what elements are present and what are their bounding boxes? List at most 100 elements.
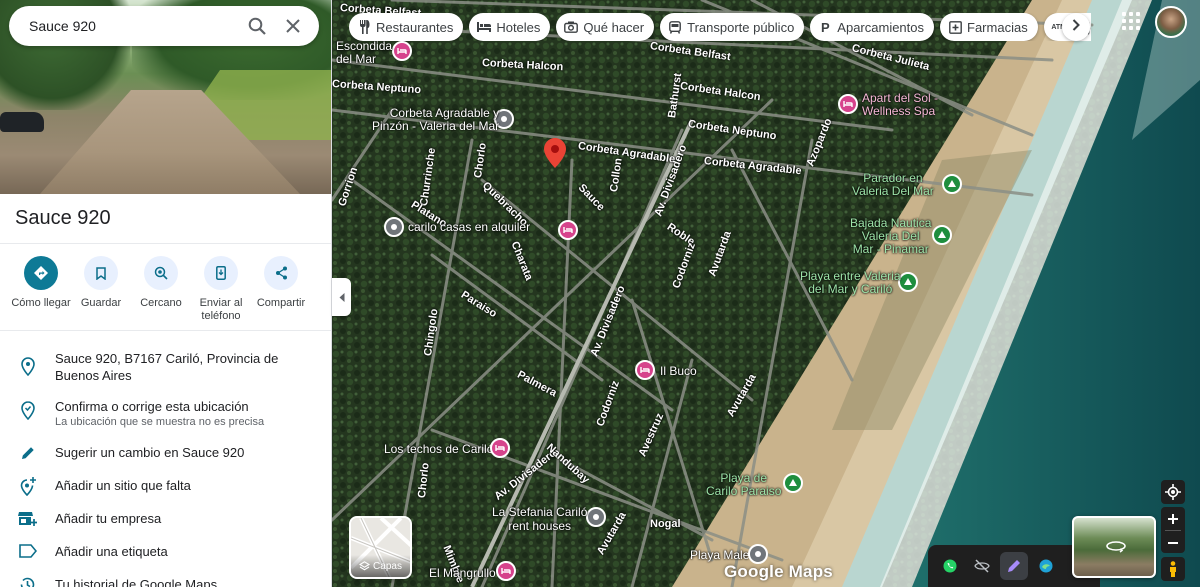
place-marker[interactable]	[748, 544, 768, 564]
selected-place-marker[interactable]	[544, 138, 566, 168]
suggest-edit-row[interactable]: Sugerir un cambio en Sauce 920	[0, 444, 331, 461]
hotel-marker[interactable]	[490, 438, 510, 458]
suggest-edit-text: Sugerir un cambio en Sauce 920	[55, 445, 245, 460]
chip-things-to-do[interactable]: Qué hacer	[556, 13, 655, 41]
poi-label[interactable]: Playa Male	[690, 548, 749, 562]
hide-labels-button[interactable]	[968, 552, 996, 580]
search-box	[9, 6, 319, 46]
add-place-row[interactable]: Añadir un sitio que falta	[0, 477, 331, 496]
poi-label[interactable]: Playa de Carilo Paraiso	[706, 472, 781, 498]
zoom-in-button[interactable]	[1161, 507, 1185, 530]
chip-restaurants[interactable]: Restaurantes	[349, 13, 464, 41]
add-label-text: Añadir una etiqueta	[55, 544, 168, 559]
edge-button[interactable]	[1032, 552, 1060, 580]
account-avatar[interactable]	[1155, 6, 1187, 38]
restaurant-icon	[357, 20, 371, 34]
draw-button[interactable]	[1000, 552, 1028, 580]
address-row[interactable]: Sauce 920, B7167 Cariló, Provincia de Bu…	[0, 350, 331, 384]
chips-next-button[interactable]	[1062, 13, 1090, 41]
nearby-button[interactable]: Cercano	[131, 256, 191, 323]
zoom-out-button[interactable]	[1161, 531, 1185, 554]
google-apps-button[interactable]	[1121, 10, 1143, 32]
map-canvas[interactable]: Corbeta Belfast Corbeta Belfast Corbeta …	[332, 0, 1200, 587]
hotel-marker[interactable]	[392, 41, 412, 61]
add-business-text: Añadir tu empresa	[55, 511, 162, 526]
send-to-phone-button[interactable]: Enviar al teléfono	[191, 256, 251, 323]
place-marker[interactable]	[586, 507, 606, 527]
street-view-thumbnail[interactable]	[1072, 516, 1156, 578]
plus-icon	[1168, 513, 1178, 524]
hotel-marker[interactable]	[496, 561, 516, 581]
chip-hotels[interactable]: Hoteles	[469, 13, 551, 41]
park-marker[interactable]	[898, 272, 918, 292]
history-icon	[20, 577, 35, 587]
hotel-marker[interactable]	[635, 360, 655, 380]
layers-button[interactable]: Capas	[349, 516, 412, 579]
place-actions: Cómo llegar Guardar Cercano Enviar al te…	[0, 256, 331, 323]
chip-label: Aparcamientos	[837, 19, 925, 35]
pin-check-icon	[20, 401, 35, 420]
caret-left-icon	[339, 292, 344, 302]
place-marker[interactable]	[384, 217, 404, 237]
save-button[interactable]: Guardar	[71, 256, 131, 323]
confirm-location-row[interactable]: Confirma o corrige esta ubicación La ubi…	[0, 398, 331, 429]
google-maps-logo: Google Maps	[724, 562, 833, 581]
search-button[interactable]	[239, 8, 275, 44]
transit-icon	[668, 20, 682, 34]
search-input[interactable]	[29, 18, 239, 34]
collapse-panel-button[interactable]	[332, 278, 351, 316]
location-pin-icon	[20, 357, 35, 376]
park-marker[interactable]	[942, 174, 962, 194]
hotel-marker[interactable]	[558, 220, 578, 240]
place-panel: Sauce 920 Cómo llegar Guardar Cercano	[0, 0, 332, 587]
chip-parking[interactable]: P Aparcamientos	[810, 13, 935, 41]
pharmacy-icon	[948, 20, 962, 34]
share-icon	[264, 256, 298, 290]
place-title: Sauce 920	[15, 207, 111, 229]
add-business-row[interactable]: Añadir tu empresa	[0, 510, 331, 527]
share-button[interactable]: Compartir	[251, 256, 311, 323]
browser-icon	[1039, 559, 1053, 573]
directions-button[interactable]: Cómo llegar	[11, 256, 71, 323]
poi-label[interactable]: Il Buco	[660, 364, 697, 378]
whatsapp-button[interactable]	[936, 552, 964, 580]
category-chips: Restaurantes Hoteles Qué hacer Transport…	[349, 13, 1091, 41]
bookmark-icon	[84, 256, 118, 290]
history-row[interactable]: Tu historial de Google Maps	[0, 576, 331, 587]
park-marker[interactable]	[932, 225, 952, 245]
whatsapp-icon	[943, 559, 957, 573]
poi-label[interactable]: Parador en Valeria Del Mar	[852, 172, 934, 198]
poi-label[interactable]: Escondida del Mar	[336, 40, 392, 66]
layers-icon	[359, 560, 371, 570]
poi-label[interactable]: carilo casas en alquiler	[408, 220, 530, 234]
poi-label[interactable]: Bajada Nautica Valeria Del Mar - Pinamar	[850, 217, 931, 256]
chip-transit[interactable]: Transporte público	[660, 13, 805, 41]
poi-label[interactable]: Playa entre Valeria del Mar y Cariló	[800, 270, 901, 296]
add-location-icon	[20, 477, 36, 496]
add-label-row[interactable]: Añadir una etiqueta	[0, 543, 331, 560]
label-icon	[18, 544, 37, 558]
hotel-marker[interactable]	[838, 94, 858, 114]
history-text: Tu historial de Google Maps	[55, 577, 218, 587]
add-business-icon	[18, 512, 37, 526]
nearby-icon	[144, 256, 178, 290]
zoom-controls	[1161, 507, 1185, 553]
pen-icon	[1008, 560, 1020, 572]
poi-label[interactable]: Corbeta Agradable y Pinzón - Valeria del…	[372, 107, 499, 133]
poi-label[interactable]: Apart del Sol - Wellness Spa	[862, 92, 938, 118]
poi-label[interactable]: El Mangrullo	[429, 566, 496, 580]
clear-search-button[interactable]	[275, 8, 311, 44]
confirm-location-subtitle: La ubicación que se muestra no es precis…	[55, 416, 265, 428]
park-marker[interactable]	[783, 473, 803, 493]
chip-pharmacies[interactable]: Farmacias	[940, 13, 1038, 41]
divider	[0, 330, 331, 331]
poi-label[interactable]: Los techos de Cariló	[384, 442, 493, 456]
hotel-icon	[477, 20, 492, 34]
poi-label[interactable]: La Stefania Cariló rent houses	[492, 505, 587, 533]
street-view-pegman[interactable]	[1161, 557, 1185, 581]
my-location-button[interactable]	[1161, 480, 1185, 504]
maps-app: Corbeta Belfast Corbeta Belfast Corbeta …	[0, 0, 1200, 587]
pencil-icon	[21, 447, 34, 459]
pegman-icon	[1170, 561, 1176, 577]
confirm-location-title: Confirma o corrige esta ubicación	[55, 399, 249, 414]
